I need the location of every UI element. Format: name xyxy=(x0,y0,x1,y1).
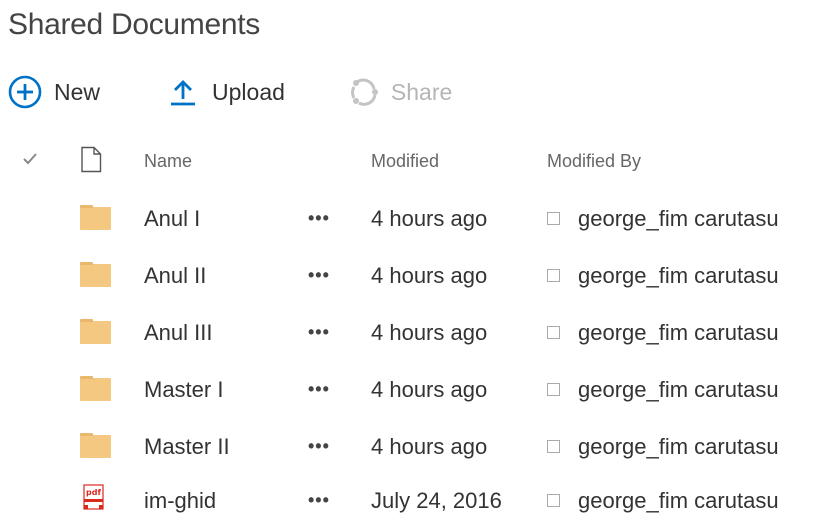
ellipsis-icon[interactable]: ••• xyxy=(308,323,330,343)
folder-icon xyxy=(80,376,111,401)
modified-value: 4 hours ago xyxy=(371,205,488,231)
row-name-cell: Anul II xyxy=(144,247,294,304)
presence-indicator xyxy=(547,383,560,396)
row-type-cell xyxy=(80,190,114,247)
presence-indicator xyxy=(547,269,560,282)
upload-button-label: Upload xyxy=(212,78,285,105)
folder-icon xyxy=(80,205,111,230)
item-name-link[interactable]: Anul II xyxy=(144,263,206,289)
row-modified-by-cell: george_fim carutasu xyxy=(547,361,820,418)
svg-text:pdf: pdf xyxy=(86,488,101,497)
row-modified-cell: July 24, 2016 xyxy=(371,472,541,517)
list-header: Name Modified Modified By xyxy=(0,133,820,190)
document-icon xyxy=(80,146,102,178)
row-type-cell xyxy=(80,247,114,304)
row-modified-by-cell: george_fim carutasu xyxy=(547,247,820,304)
row-more-cell: ••• xyxy=(308,304,342,361)
item-name-link[interactable]: Anul I xyxy=(144,206,200,232)
share-icon xyxy=(349,77,379,107)
row-more-cell: ••• xyxy=(308,247,342,304)
item-name-link[interactable]: Master II xyxy=(144,434,230,460)
name-column-label: Name xyxy=(144,151,193,171)
item-name-link[interactable]: Master I xyxy=(144,377,223,403)
table-row[interactable]: Anul II ••• 4 hours ago george_fim carut… xyxy=(0,247,820,304)
row-modified-cell: 4 hours ago xyxy=(371,361,541,418)
row-name-cell: Master II xyxy=(144,418,294,475)
row-more-cell: ••• xyxy=(308,190,342,247)
table-row[interactable]: pdf im-ghid ••• July 24, 2016 george_fim… xyxy=(0,472,820,517)
row-modified-by-cell: george_fim carutasu xyxy=(547,418,820,475)
table-row[interactable]: Master I ••• 4 hours ago george_fim caru… xyxy=(0,361,820,418)
modified-by-link[interactable]: george_fim carutasu xyxy=(578,320,779,346)
modified-value: July 24, 2016 xyxy=(371,487,502,513)
command-bar: New Upload Share xyxy=(8,74,452,110)
name-column-header[interactable]: Name xyxy=(144,133,294,190)
row-more-cell: ••• xyxy=(308,418,342,475)
plus-circle-icon xyxy=(8,75,42,109)
new-button[interactable]: New xyxy=(8,75,100,109)
share-button[interactable]: Share xyxy=(349,77,452,107)
modified-by-column-label: Modified By xyxy=(547,151,642,171)
row-modified-cell: 4 hours ago xyxy=(371,190,541,247)
ellipsis-icon[interactable]: ••• xyxy=(308,266,330,286)
presence-indicator xyxy=(547,440,560,453)
new-button-label: New xyxy=(54,78,101,105)
item-name-link[interactable]: Anul III xyxy=(144,320,212,346)
modified-value: 4 hours ago xyxy=(371,433,488,459)
row-type-cell xyxy=(80,361,114,418)
modified-by-link[interactable]: george_fim carutasu xyxy=(578,206,779,232)
upload-button[interactable]: Upload xyxy=(168,77,285,107)
presence-indicator xyxy=(547,326,560,339)
modified-column-label: Modified xyxy=(371,151,440,171)
modified-by-link[interactable]: george_fim carutasu xyxy=(578,434,779,460)
table-row[interactable]: Anul III ••• 4 hours ago george_fim caru… xyxy=(0,304,820,361)
presence-indicator xyxy=(547,494,560,507)
folder-icon xyxy=(80,433,111,458)
modified-value: 4 hours ago xyxy=(371,319,488,345)
modified-by-link[interactable]: george_fim carutasu xyxy=(578,377,779,403)
folder-icon xyxy=(80,262,111,287)
row-type-cell: pdf xyxy=(80,472,114,517)
row-more-cell: ••• xyxy=(308,472,342,517)
row-modified-by-cell: george_fim carutasu xyxy=(547,304,820,361)
type-column-header[interactable] xyxy=(80,133,114,190)
table-row[interactable]: Master II ••• 4 hours ago george_fim car… xyxy=(0,418,820,475)
modified-by-link[interactable]: george_fim carutasu xyxy=(578,488,779,514)
row-name-cell: Anul I xyxy=(144,190,294,247)
pdf-icon: pdf xyxy=(81,484,107,517)
document-library-page: Shared Documents New Upload Share Name M… xyxy=(0,0,820,517)
modified-column-header[interactable]: Modified xyxy=(371,133,541,190)
row-more-cell: ••• xyxy=(308,361,342,418)
modified-by-column-header[interactable]: Modified By xyxy=(547,133,820,190)
row-name-cell: Anul III xyxy=(144,304,294,361)
folder-icon xyxy=(80,319,111,344)
row-modified-cell: 4 hours ago xyxy=(371,418,541,475)
ellipsis-icon[interactable]: ••• xyxy=(308,491,330,511)
row-modified-by-cell: george_fim carutasu xyxy=(547,472,820,517)
ellipsis-icon[interactable]: ••• xyxy=(308,380,330,400)
row-type-cell xyxy=(80,418,114,475)
page-title: Shared Documents xyxy=(8,8,261,41)
upload-arrow-icon xyxy=(168,77,198,107)
item-name-link[interactable]: im-ghid xyxy=(144,488,216,514)
modified-by-link[interactable]: george_fim carutasu xyxy=(578,263,779,289)
select-all-checkmark[interactable] xyxy=(22,133,42,190)
ellipsis-icon[interactable]: ••• xyxy=(308,209,330,229)
row-modified-cell: 4 hours ago xyxy=(371,304,541,361)
ellipsis-icon[interactable]: ••• xyxy=(308,437,330,457)
modified-value: 4 hours ago xyxy=(371,376,488,402)
row-modified-by-cell: george_fim carutasu xyxy=(547,190,820,247)
row-type-cell xyxy=(80,304,114,361)
row-name-cell: im-ghid xyxy=(144,472,294,517)
row-name-cell: Master I xyxy=(144,361,294,418)
row-modified-cell: 4 hours ago xyxy=(371,247,541,304)
share-button-label: Share xyxy=(390,78,453,105)
presence-indicator xyxy=(547,212,560,225)
table-row[interactable]: Anul I ••• 4 hours ago george_fim caruta… xyxy=(0,190,820,247)
checkmark-icon xyxy=(22,152,38,171)
modified-value: 4 hours ago xyxy=(371,262,488,288)
